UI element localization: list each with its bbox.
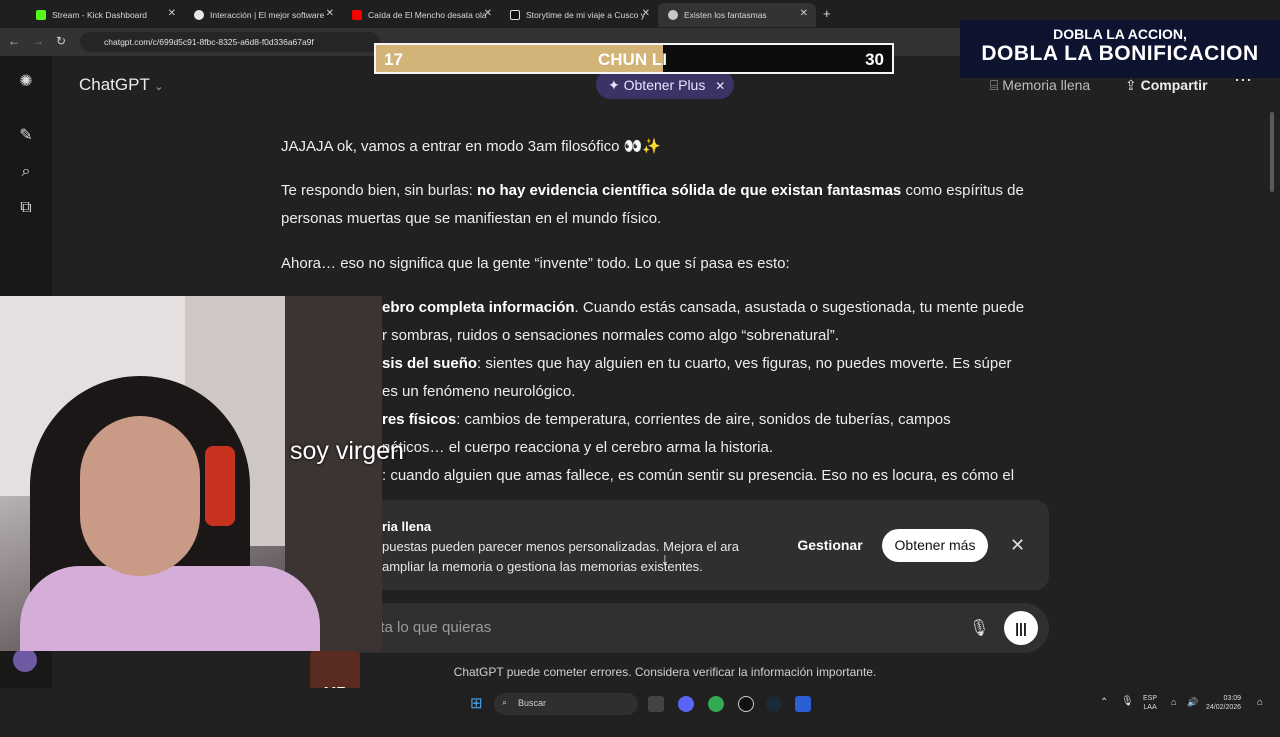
- model-selector[interactable]: ChatGPT ⌄: [79, 75, 164, 95]
- get-more-button[interactable]: Obtener más: [882, 529, 988, 562]
- app-icon[interactable]: [795, 696, 811, 712]
- tab-label: Interacción | El mejor software: [210, 10, 325, 20]
- tab-youtube[interactable]: Caída de El Mencho desata ola ✕: [342, 3, 500, 27]
- language-indicator[interactable]: ESP LAA: [1143, 694, 1157, 712]
- taskbar-search[interactable]: ⌕ Buscar: [494, 693, 638, 715]
- file-explorer-icon[interactable]: [648, 696, 664, 712]
- tab-kick-dashboard[interactable]: Stream - Kick Dashboard ✕: [26, 3, 184, 27]
- tab-interaccion[interactable]: Interacción | El mejor software ✕: [184, 3, 342, 27]
- score-left: 17: [384, 50, 403, 69]
- message-paragraph: JAJAJA ok, vamos a entrar en modo 3am fi…: [281, 138, 662, 155]
- close-icon[interactable]: ✕: [168, 8, 176, 19]
- forward-icon[interactable]: →: [32, 34, 44, 48]
- tab-chatgpt[interactable]: Existen los fantasmas ✕: [658, 3, 816, 27]
- list-item: res físicos: cambios de temperatura, cor…: [382, 411, 951, 456]
- obs-icon[interactable]: [738, 696, 754, 712]
- close-icon[interactable]: ✕: [800, 8, 808, 19]
- search-icon: ⌕: [502, 697, 508, 707]
- manage-memory-button[interactable]: Gestionar: [787, 529, 873, 562]
- discord-icon[interactable]: [678, 696, 694, 712]
- microphone-icon[interactable]: 🎙: [1121, 696, 1134, 707]
- clock[interactable]: 03:09 24/02/2026: [1206, 694, 1241, 712]
- tab-label: Existen los fantasmas: [684, 10, 767, 20]
- reload-icon[interactable]: ↻: [56, 34, 66, 48]
- windows-start-icon[interactable]: ⊞: [470, 696, 485, 711]
- tiktok-icon: [510, 10, 520, 20]
- list-item: ebro completa información. Cuando estás …: [382, 299, 1025, 344]
- waveform-icon: |||: [1015, 620, 1027, 636]
- chevron-up-icon[interactable]: ⌃: [1100, 697, 1108, 708]
- volume-icon[interactable]: 🔊: [1187, 697, 1198, 708]
- close-icon[interactable]: ✕: [1010, 535, 1025, 556]
- new-tab-icon[interactable]: +: [823, 6, 831, 21]
- url-text: chatgpt.com/c/699d5c91-8fbc-8325-a6d8-f0…: [104, 37, 314, 47]
- close-icon[interactable]: ✕: [484, 8, 492, 19]
- new-chat-icon[interactable]: ✎: [16, 126, 36, 146]
- arrow-down-icon[interactable]: ↓: [652, 547, 678, 573]
- sparkle-icon: ✦: [608, 77, 620, 93]
- headset-icon: [205, 446, 235, 526]
- get-plus-label: Obtener Plus: [623, 77, 706, 93]
- search-icon[interactable]: ⌕: [16, 162, 36, 182]
- close-icon[interactable]: ✕: [326, 8, 334, 19]
- openai-logo-icon[interactable]: ✺: [16, 72, 36, 92]
- chevron-down-icon: ⌄: [154, 81, 164, 93]
- score-right: 30: [865, 50, 884, 69]
- url-field[interactable]: chatgpt.com/c/699d5c91-8fbc-8325-a6d8-f0…: [80, 32, 380, 52]
- site-icon: [194, 10, 204, 20]
- youtube-icon: [352, 10, 362, 20]
- webcam-caption: soy virgen: [290, 437, 404, 465]
- message-paragraph: Ahora… eso no significa que la gente “in…: [281, 255, 790, 272]
- webcam-overlay: [0, 296, 382, 651]
- promo-banner: DOBLA LA ACCION, DOBLA LA BONIFICACION: [960, 20, 1280, 78]
- app-title: ChatGPT: [79, 75, 150, 94]
- taskbar-search-label: Buscar: [518, 698, 547, 708]
- webcam-person-body: [20, 566, 320, 651]
- close-icon[interactable]: ✕: [715, 79, 725, 93]
- back-icon[interactable]: ←: [8, 34, 20, 48]
- tab-label: Storytime de mi viaje a Cusco y: [526, 10, 646, 20]
- tab-label: Stream - Kick Dashboard: [52, 10, 147, 20]
- banner-body: puestas pueden parecer menos personaliza…: [382, 539, 739, 574]
- promo-line-1: DOBLA LA ACCION,: [1053, 26, 1187, 42]
- promo-line-2: DOBLA LA BONIFICACION: [981, 42, 1259, 65]
- get-plus-button[interactable]: ✦ Obtener Plus ✕: [596, 70, 734, 99]
- share-label: Compartir: [1140, 77, 1208, 93]
- score-bar: 17 CHUN LI 30: [374, 43, 894, 74]
- steam-icon[interactable]: [766, 696, 782, 712]
- close-icon[interactable]: ✕: [642, 8, 650, 19]
- score-name: CHUN LI: [598, 50, 667, 69]
- memory-status[interactable]: ⌸ Memoria llena: [990, 77, 1090, 94]
- microphone-icon[interactable]: 🎙: [969, 618, 989, 638]
- webcam-person-face: [80, 416, 200, 576]
- memory-icon: ⌸: [990, 77, 999, 93]
- kick-icon: [36, 10, 46, 20]
- banner-title: ria llena: [382, 519, 432, 534]
- taskbar: [0, 688, 1280, 720]
- share-icon: ⇪: [1125, 77, 1137, 93]
- chatgpt-icon: [668, 10, 678, 20]
- prompt-input[interactable]: nta lo que quieras: [372, 619, 491, 636]
- memory-label: Memoria llena: [1002, 77, 1091, 93]
- message-paragraph: Te respondo bien, sin burlas: no hay evi…: [281, 182, 1024, 227]
- share-button[interactable]: ⇪ Compartir: [1125, 77, 1208, 94]
- scrollbar[interactable]: [1270, 112, 1274, 192]
- list-item: : cuando alguien que amas fallece, es co…: [382, 467, 1015, 484]
- voice-mode-button[interactable]: |||: [1004, 611, 1038, 645]
- list-item: sis del sueño: sientes que hay alguien e…: [382, 355, 1012, 400]
- library-icon[interactable]: ⧉: [16, 198, 36, 218]
- disclaimer: ChatGPT puede cometer errores. Considera…: [453, 665, 877, 679]
- tab-tiktok[interactable]: Storytime de mi viaje a Cusco y ✕: [500, 3, 658, 27]
- chrome-icon[interactable]: [708, 696, 724, 712]
- tab-label: Caída de El Mencho desata ola: [368, 10, 487, 20]
- notifications-icon[interactable]: ⌂: [1257, 697, 1263, 708]
- network-icon[interactable]: ⌂: [1171, 697, 1176, 707]
